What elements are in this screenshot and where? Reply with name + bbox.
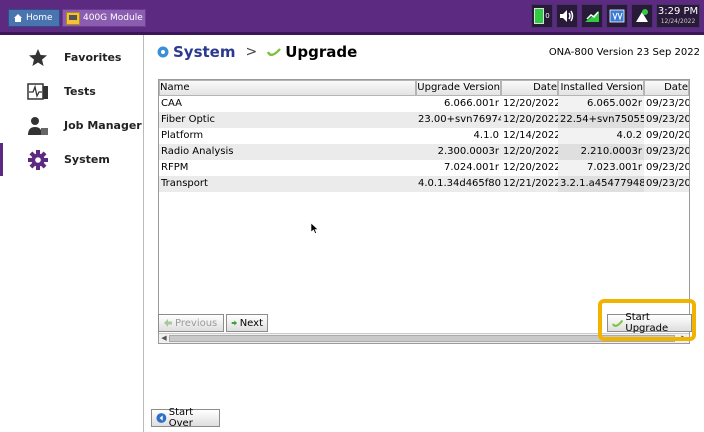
mouse-cursor-icon <box>311 223 319 234</box>
sidebar-item-system[interactable]: System <box>0 143 143 176</box>
start-over-button-label: Start Over <box>168 407 194 429</box>
signal-icon <box>585 11 599 22</box>
module-icon <box>66 11 80 25</box>
breadcrumb-separator: > <box>245 44 258 60</box>
vnc-status[interactable] <box>606 4 628 28</box>
cell-date: 12/20/2022 <box>503 162 558 173</box>
table-row[interactable]: RFPM 7.024.001r 12/20/2022 7.023.001r 09… <box>159 160 689 176</box>
cell-installed-version: 2.210.0003r <box>558 144 644 160</box>
cell-name: Platform <box>161 130 204 141</box>
sidebar-item-label: Favorites <box>64 51 122 64</box>
arrow-left-icon <box>164 319 172 327</box>
sidebar-item-label: Tests <box>64 85 96 98</box>
column-header-upgrade-version[interactable]: Upgrade Version <box>416 80 501 96</box>
cell-date: 12/14/2022 <box>503 130 558 141</box>
column-header-date[interactable]: Date <box>501 80 558 96</box>
signal-status[interactable] <box>581 4 603 28</box>
remote-status[interactable] <box>631 4 653 28</box>
cell-name: CAA <box>161 98 182 109</box>
top-bar: Home 400G Module 0 3:29 PM 12/24/2022 <box>0 0 704 32</box>
speaker-status[interactable] <box>556 4 578 28</box>
speaker-icon <box>560 10 574 22</box>
cell-upgrade-version: 2.300.0003r <box>437 146 499 157</box>
sidebar-item-favorites[interactable]: Favorites <box>0 41 143 74</box>
table-row[interactable]: Radio Analysis 2.300.0003r 12/20/2022 2.… <box>159 144 689 160</box>
battery-icon <box>534 8 545 24</box>
vnc-icon <box>609 9 625 23</box>
sidebar-item-label: System <box>64 153 110 166</box>
star-icon <box>26 47 50 69</box>
cell-upgrade-version: 4.0.1.34d465f80f9 <box>418 178 501 189</box>
tests-icon <box>26 81 50 103</box>
module-tab-label: 400G Module <box>83 13 143 23</box>
cell-installed-date: 09/23/2022 <box>646 98 689 109</box>
home-icon <box>14 14 22 22</box>
breadcrumb-system[interactable]: System <box>173 43 235 61</box>
module-tab[interactable]: 400G Module <box>62 9 146 27</box>
cell-installed-version: 3.2.1.a45477948c6 <box>558 176 644 192</box>
status-area: 0 3:29 PM 12/24/2022 <box>531 3 700 29</box>
restart-icon <box>156 413 167 423</box>
clock[interactable]: 3:29 PM 12/24/2022 <box>656 4 700 28</box>
upgrade-check-icon <box>267 48 282 57</box>
cell-date: 12/20/2022 <box>503 98 558 109</box>
cell-upgrade-version: 4.1.0 <box>473 130 499 141</box>
column-header-installed-date[interactable]: Date <box>644 80 689 96</box>
arrow-right-icon <box>231 320 238 326</box>
system-gear-icon <box>157 46 169 58</box>
sidebar: Favorites Tests Job Manager System <box>0 35 144 432</box>
previous-button[interactable]: Previous <box>158 314 224 332</box>
sidebar-item-job-manager[interactable]: Job Manager <box>0 109 143 142</box>
cell-upgrade-version: 23.00+svn76974 <box>418 114 501 125</box>
cell-name: RFPM <box>161 162 189 173</box>
gear-icon <box>26 149 50 171</box>
sidebar-item-tests[interactable]: Tests <box>0 75 143 108</box>
remote-access-icon <box>636 9 648 22</box>
cell-date: 12/20/2022 <box>503 114 558 125</box>
cell-installed-date: 09/23/2022 <box>646 146 689 157</box>
breadcrumb: System > Upgrade <box>157 43 357 61</box>
scroll-left-icon[interactable]: ◀ <box>159 334 169 343</box>
cell-installed-version: 22.54+svn75055 <box>558 112 644 128</box>
cell-name: Transport <box>161 178 208 189</box>
home-tab-label: Home <box>26 13 53 23</box>
next-button-label: Next <box>239 317 263 329</box>
clock-date: 12/24/2022 <box>660 18 696 25</box>
cell-upgrade-version: 7.024.001r <box>443 162 499 173</box>
table-row[interactable]: CAA 6.066.001r 12/20/2022 6.065.002r 09/… <box>159 96 689 112</box>
cell-upgrade-version: 6.066.001r <box>443 98 499 109</box>
start-upgrade-highlight <box>598 299 696 341</box>
cell-installed-date: 09/23/2022 <box>646 114 689 125</box>
battery-badge: 0 <box>545 12 550 20</box>
column-header-name[interactable]: Name <box>159 80 416 96</box>
cell-name: Radio Analysis <box>161 146 234 157</box>
previous-button-label: Previous <box>175 317 218 329</box>
cell-installed-date: 09/23/2022 <box>646 162 689 173</box>
cell-name: Fiber Optic <box>161 114 216 125</box>
sidebar-item-label: Job Manager <box>64 119 142 132</box>
version-label: ONA-800 Version 23 Sep 2022 <box>548 47 700 58</box>
start-over-button[interactable]: Start Over <box>151 407 220 429</box>
clock-time: 3:29 PM <box>657 6 699 17</box>
table-row[interactable]: Fiber Optic 23.00+svn76974 12/20/2022 22… <box>159 112 689 128</box>
next-button[interactable]: Next <box>226 314 268 332</box>
cell-installed-date: 09/23/2022 <box>646 178 689 189</box>
main-panel: System > Upgrade ONA-800 Version 23 Sep … <box>145 35 704 432</box>
home-tab[interactable]: Home <box>8 9 60 27</box>
page-title: Upgrade <box>285 43 358 61</box>
cell-installed-version: 4.0.2 <box>558 128 644 144</box>
battery-status[interactable]: 0 <box>531 4 553 28</box>
cell-installed-date: 09/20/2022 <box>646 130 689 141</box>
cell-installed-version: 7.023.001r <box>558 160 644 176</box>
cell-date: 12/20/2022 <box>503 146 558 157</box>
job-manager-icon <box>26 115 50 137</box>
cell-installed-version: 6.065.002r <box>558 96 644 112</box>
table-row[interactable]: Platform 4.1.0 12/14/2022 4.0.2 09/20/20… <box>159 128 689 144</box>
column-header-installed-version[interactable]: Installed Version <box>558 80 644 96</box>
table-row[interactable]: Transport 4.0.1.34d465f80f9 12/21/2022 3… <box>159 176 689 192</box>
cell-date: 12/21/2022 <box>503 178 558 189</box>
table-header: Name Upgrade Version Date Installed Vers… <box>159 80 689 96</box>
